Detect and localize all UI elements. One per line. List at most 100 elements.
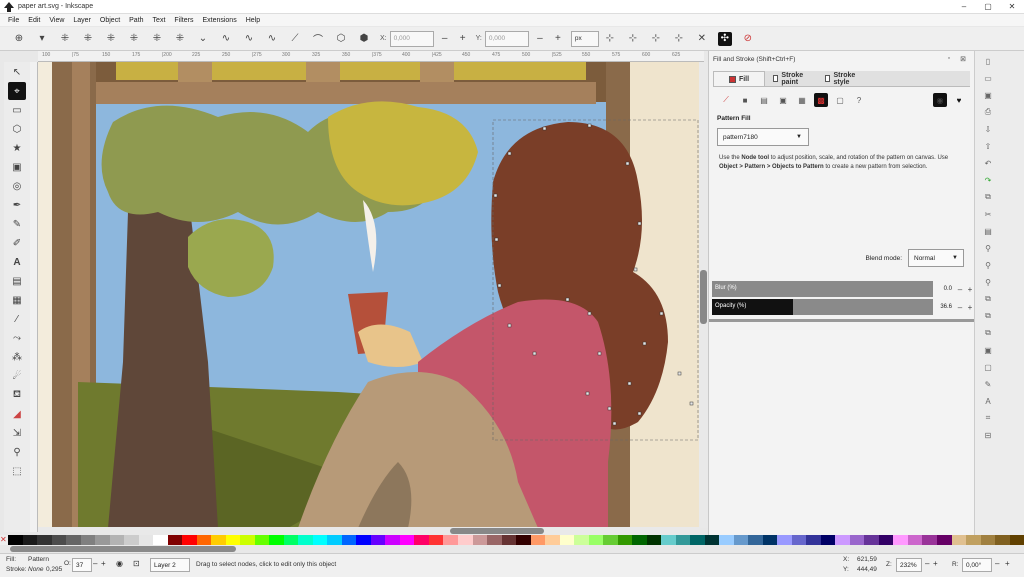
palette-swatch[interactable]: [878, 535, 894, 545]
x-coordinate-input[interactable]: 0,000: [389, 30, 434, 47]
tab-stroke-style[interactable]: Stroke style: [817, 71, 869, 86]
palette-swatch[interactable]: [399, 535, 415, 545]
opacity-short-decrement[interactable]: –: [93, 559, 97, 568]
fill-rule-nonzero-icon[interactable]: ♥: [952, 93, 966, 107]
no-color-swatch[interactable]: ✕: [0, 535, 8, 545]
palette-swatch[interactable]: [922, 535, 937, 545]
palette-swatch[interactable]: [95, 535, 110, 545]
palette-swatch[interactable]: [109, 535, 125, 545]
palette-swatch[interactable]: [254, 535, 270, 545]
palette-swatch[interactable]: [791, 535, 807, 545]
palette-swatch[interactable]: [8, 535, 23, 545]
fill-rule-evenodd-icon[interactable]: ◉: [933, 93, 947, 107]
gradient-tool-icon[interactable]: ▤: [8, 272, 26, 290]
tab-fill[interactable]: Fill: [713, 71, 765, 86]
current-layer-select[interactable]: Layer 2: [150, 558, 190, 572]
zoom-input[interactable]: 232%: [896, 558, 922, 572]
rotation-input[interactable]: 0,00°: [962, 558, 992, 572]
palette-swatch[interactable]: [312, 535, 328, 545]
palette-swatch[interactable]: [937, 535, 952, 545]
palette-swatch[interactable]: [675, 535, 691, 545]
palette-scrollbar[interactable]: [8, 545, 1024, 553]
blur-slider[interactable]: Blur (%): [712, 281, 933, 297]
export-icon[interactable]: ⇧: [981, 139, 995, 153]
zoom-decrement[interactable]: –: [925, 559, 929, 568]
palette-swatch[interactable]: [341, 535, 357, 545]
unit-select[interactable]: px: [570, 30, 599, 47]
dock-divider[interactable]: [709, 319, 975, 322]
copy-icon[interactable]: ⧉: [981, 190, 995, 204]
undo-icon[interactable]: ↶: [981, 156, 995, 170]
spray-tool-icon[interactable]: ⁂: [8, 348, 26, 366]
redo-icon[interactable]: ↷: [981, 173, 995, 187]
fill-indicator-value[interactable]: Pattern: [28, 556, 49, 563]
minimize-button[interactable]: –: [952, 2, 976, 11]
layer-lock-icon[interactable]: ⊡: [133, 559, 140, 568]
palette-swatch[interactable]: [182, 535, 197, 545]
palette-swatch[interactable]: [80, 535, 96, 545]
no-paint-icon[interactable]: ⟋: [719, 93, 733, 107]
palette-swatch[interactable]: [951, 535, 967, 545]
unset-paint-icon[interactable]: ?: [852, 93, 866, 107]
menu-extensions[interactable]: Extensions: [202, 17, 236, 24]
palette-swatch[interactable]: [864, 535, 879, 545]
eraser-tool-icon[interactable]: ◢: [8, 405, 26, 423]
xml-editor-icon[interactable]: ⌗: [981, 411, 995, 425]
palette-swatch[interactable]: [356, 535, 371, 545]
opacity-slider[interactable]: Opacity (%): [712, 299, 933, 315]
align-distribute-icon[interactable]: ⊟: [981, 428, 995, 442]
palette-swatch[interactable]: [22, 535, 38, 545]
layer-visibility-icon[interactable]: ◉: [116, 559, 123, 568]
blend-mode-select[interactable]: Normal ▼: [908, 249, 964, 267]
blur-decrement-button[interactable]: –: [955, 285, 965, 294]
palette-swatch[interactable]: [37, 535, 52, 545]
show-path-outline-icon[interactable]: ✣: [717, 31, 732, 46]
dropdown-arrow-icon[interactable]: ▾: [35, 32, 49, 46]
lpe-tool-icon[interactable]: ⬚: [8, 462, 26, 480]
swatch-icon[interactable]: ▢: [833, 93, 847, 107]
palette-swatch[interactable]: [385, 535, 400, 545]
palette-swatch[interactable]: [966, 535, 981, 545]
palette-swatch[interactable]: [907, 535, 923, 545]
mesh-gradient-icon[interactable]: ▦: [795, 93, 809, 107]
rectangle-tool-icon[interactable]: ▭: [8, 101, 26, 119]
stroke-indicator-value[interactable]: None: [28, 566, 44, 573]
palette-swatch[interactable]: [472, 535, 488, 545]
clone-icon[interactable]: ⧉: [981, 309, 995, 323]
palette-swatch[interactable]: [501, 535, 517, 545]
menu-layer[interactable]: Layer: [73, 17, 91, 24]
calligraphy-tool-icon[interactable]: ✐: [8, 234, 26, 252]
palette-swatch[interactable]: [138, 535, 154, 545]
y-stepper-plus[interactable]: +: [551, 32, 565, 46]
edit-clip-path-icon[interactable]: ⊘: [741, 32, 755, 46]
menu-filters[interactable]: Filters: [174, 17, 193, 24]
palette-swatch[interactable]: [777, 535, 792, 545]
node-auto-icon[interactable]: ∿: [265, 32, 279, 46]
palette-swatch[interactable]: [283, 535, 299, 545]
y-stepper-minus[interactable]: –: [533, 32, 547, 46]
duplicate-icon[interactable]: ⧉: [981, 292, 995, 306]
palette-swatch[interactable]: [733, 535, 749, 545]
pen-tool-icon[interactable]: ✒: [8, 196, 26, 214]
palette-scroll-thumb[interactable]: [10, 546, 236, 552]
3d-box-tool-icon[interactable]: ⬡: [8, 120, 26, 138]
palette-swatch[interactable]: [632, 535, 647, 545]
palette-swatch[interactable]: [690, 535, 705, 545]
palette-swatch[interactable]: [516, 535, 531, 545]
ungroup-icon[interactable]: ▢: [981, 360, 995, 374]
object-to-path-icon[interactable]: ⬡: [334, 32, 348, 46]
show-clip-icon[interactable]: ⊹: [649, 32, 663, 46]
palette-swatch[interactable]: [980, 535, 996, 545]
dialog-close-icon[interactable]: ⊠: [960, 55, 966, 63]
palette-swatch[interactable]: [298, 535, 313, 545]
node-smooth-icon[interactable]: ∿: [219, 32, 233, 46]
palette-swatch[interactable]: [443, 535, 458, 545]
zoom-increment[interactable]: +: [933, 559, 938, 568]
palette-swatch[interactable]: [51, 535, 67, 545]
y-coordinate-input[interactable]: 0,000: [484, 30, 529, 47]
dialog-iconify-icon[interactable]: ▫: [948, 55, 950, 63]
palette-swatch[interactable]: [414, 535, 429, 545]
palette-swatch[interactable]: [124, 535, 139, 545]
pattern-select[interactable]: pattern7180 ▼: [717, 128, 809, 146]
palette-swatch[interactable]: [661, 535, 676, 545]
